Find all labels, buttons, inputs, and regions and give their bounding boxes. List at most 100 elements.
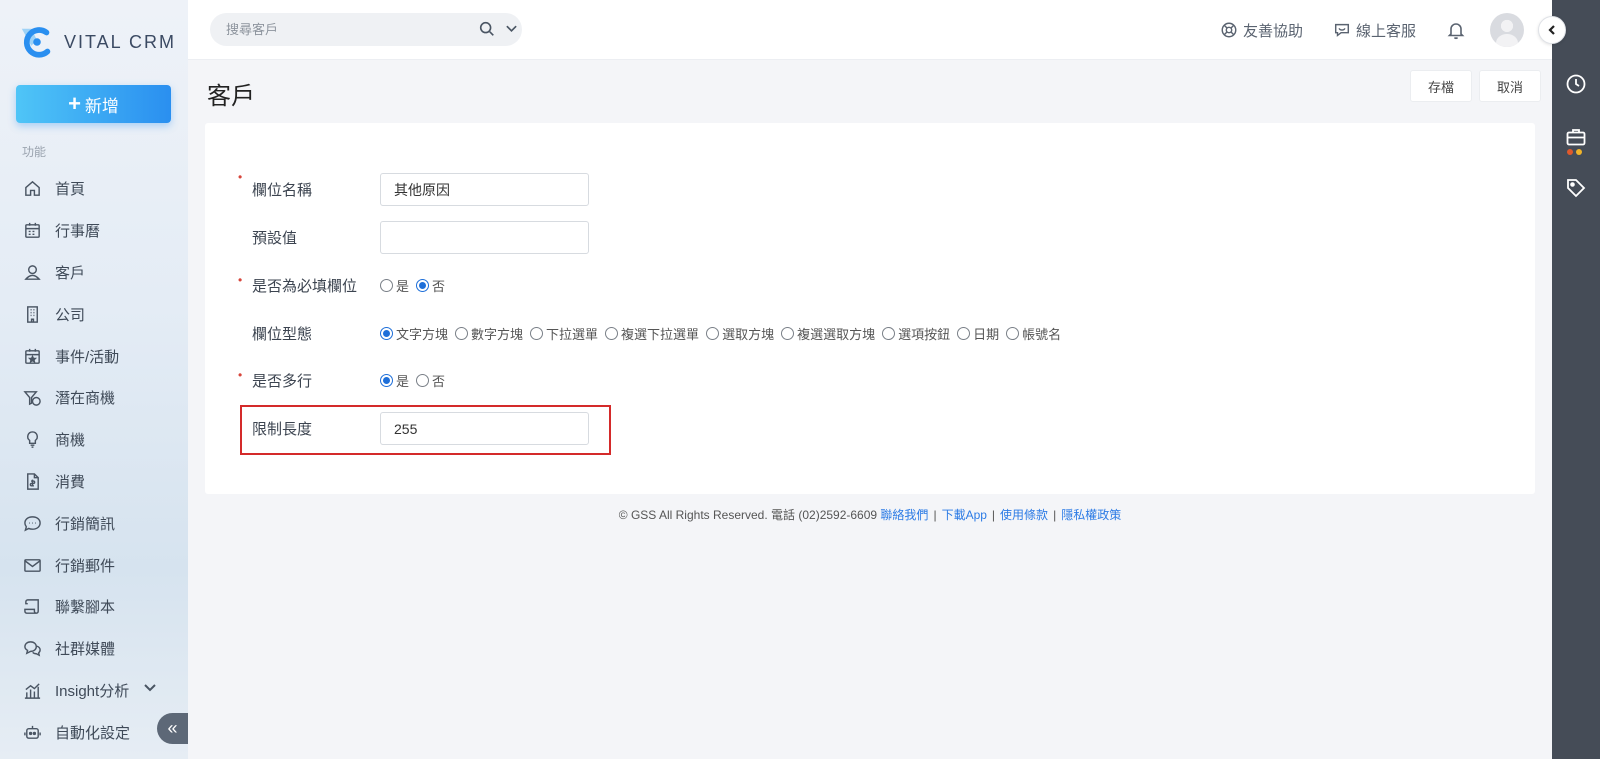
radio-button[interactable] <box>605 327 619 340</box>
sidebar-item-label: 行銷簡訊 <box>55 515 116 533</box>
sidebar-item-calendar[interactable]: 行事曆 <box>0 210 188 252</box>
sidebar-item-leads[interactable]: 潛在商機 <box>0 377 188 419</box>
field-type-option-date[interactable]: 日期 <box>957 324 999 343</box>
sidebar-menu: 首頁 行事曆 客戶 公司 事件/活動 潛在商機 商機 消費 行銷簡訊 行銷郵件 … <box>0 168 188 753</box>
save-button[interactable]: 存檔 <box>1410 70 1472 102</box>
copyright-text: © GSS All Rights Reserved. 電話 (02)2592-6… <box>618 508 878 522</box>
radio-button[interactable] <box>530 327 544 340</box>
mail-icon <box>22 555 42 575</box>
field-type-option-multi-checkbox[interactable]: 複選選取方塊 <box>781 324 875 343</box>
radio-button[interactable] <box>380 279 393 292</box>
required-option-no[interactable]: 否 <box>416 276 445 295</box>
multiline-radio-group: 是 否 <box>380 371 452 390</box>
radio-button[interactable] <box>380 327 393 340</box>
separator: | <box>991 508 996 522</box>
field-type-row: 欄位型態 文字方塊 數字方塊 下拉選單 複選下拉選單 選取方塊 複選選取方塊 選… <box>243 317 1068 350</box>
sidebar-item-label: 公司 <box>55 306 86 324</box>
field-name-input[interactable] <box>380 173 589 206</box>
page-title: 客戶 <box>207 83 255 110</box>
new-button[interactable]: + 新增 <box>16 85 171 123</box>
radio-button[interactable] <box>706 327 720 340</box>
search-box <box>210 13 522 46</box>
privacy-link[interactable]: 隱私權政策 <box>1061 508 1121 522</box>
collapse-sidebar-button[interactable]: « <box>157 713 188 744</box>
sidebar-item-purchases[interactable]: 消費 <box>0 461 188 503</box>
logo-text: VITAL CRM <box>64 31 177 52</box>
field-type-label: 欄位型態 <box>252 326 313 343</box>
sidebar-item-events[interactable]: 事件/活動 <box>0 335 188 377</box>
help-link[interactable]: 友善協助 <box>1220 20 1303 41</box>
radio-button[interactable] <box>380 374 393 387</box>
support-chat-icon <box>1334 23 1350 37</box>
radio-label: 選取方塊 <box>722 327 775 342</box>
sidebar-item-label: 事件/活動 <box>55 348 120 366</box>
radio-button[interactable] <box>781 327 795 340</box>
sidebar-item-label: 消費 <box>55 473 86 491</box>
tag-icon[interactable] <box>1565 177 1587 199</box>
sidebar-item-email[interactable]: 行銷郵件 <box>0 544 188 586</box>
topbar: 友善協助 線上客服 <box>188 0 1566 60</box>
sidebar-item-label: 行事曆 <box>55 223 101 241</box>
required-label: 是否為必填欄位 <box>252 278 358 295</box>
chevron-down-icon[interactable] <box>143 681 157 699</box>
radio-label: 帳號名 <box>1022 327 1062 342</box>
radio-button[interactable] <box>957 327 971 340</box>
chevron-down-icon[interactable] <box>505 22 518 35</box>
radio-button[interactable] <box>455 327 469 340</box>
bulb-icon <box>22 430 42 450</box>
contact-us-link[interactable]: 聯絡我們 <box>880 508 928 522</box>
right-rail <box>1552 0 1600 759</box>
sidebar-item-label: 商機 <box>55 432 86 450</box>
terms-link[interactable]: 使用條款 <box>1000 508 1048 522</box>
radio-button[interactable] <box>416 374 430 387</box>
logo[interactable]: VITAL CRM <box>18 22 176 62</box>
radio-button[interactable] <box>882 327 896 340</box>
sidebar: VITAL CRM + 新增 功能 首頁 行事曆 客戶 公司 事件/活動 潛在商… <box>0 0 188 759</box>
sidebar-item-home[interactable]: 首頁 <box>0 168 188 210</box>
radio-label: 下拉選單 <box>546 327 599 342</box>
sidebar-item-label: Insight分析 <box>55 682 130 700</box>
download-app-link[interactable]: 下載App <box>942 508 987 522</box>
field-type-option-text[interactable]: 文字方塊 <box>380 324 448 343</box>
radio-button[interactable] <box>1006 327 1020 340</box>
bell-icon[interactable] <box>1446 20 1466 40</box>
avatar[interactable] <box>1490 13 1524 47</box>
sidebar-item-opportunities[interactable]: 商機 <box>0 419 188 461</box>
cancel-button[interactable]: 取消 <box>1479 70 1541 102</box>
sidebar-item-company[interactable]: 公司 <box>0 293 188 335</box>
field-type-option-checkbox[interactable]: 選取方塊 <box>706 324 774 343</box>
radio-label: 數字方塊 <box>471 327 524 342</box>
sidebar-item-scripts[interactable]: 聯繫腳本 <box>0 586 188 628</box>
receipt-icon <box>22 471 42 491</box>
field-type-option-multi-dropdown[interactable]: 複選下拉選單 <box>605 324 699 343</box>
required-option-yes[interactable]: 是 <box>380 276 409 295</box>
search-input[interactable] <box>226 22 456 37</box>
field-name-label: 欄位名稱 <box>252 182 313 199</box>
multiline-option-yes[interactable]: 是 <box>380 371 409 390</box>
field-type-option-number[interactable]: 數字方塊 <box>455 324 523 343</box>
briefcase-icon[interactable] <box>1565 126 1587 148</box>
footer: © GSS All Rights Reserved. 電話 (02)2592-6… <box>188 506 1552 523</box>
topbar-actions: 友善協助 線上客服 <box>1220 0 1566 60</box>
sidebar-item-sms[interactable]: 行銷簡訊 <box>0 502 188 544</box>
sidebar-item-label: 社群媒體 <box>55 641 116 659</box>
multiline-option-no[interactable]: 否 <box>416 371 445 390</box>
sidebar-item-insight[interactable]: Insight分析 <box>0 670 188 712</box>
support-link[interactable]: 線上客服 <box>1333 20 1416 41</box>
sidebar-item-label: 客戶 <box>55 264 86 282</box>
field-type-option-account[interactable]: 帳號名 <box>1006 324 1061 343</box>
toggle-right-panel-button[interactable] <box>1538 16 1566 44</box>
default-value-input[interactable] <box>380 221 589 254</box>
radio-button[interactable] <box>416 279 430 292</box>
sidebar-item-contacts[interactable]: 客戶 <box>0 252 188 294</box>
field-type-option-dropdown[interactable]: 下拉選單 <box>530 324 598 343</box>
clock-icon[interactable] <box>1565 73 1587 95</box>
calendar-icon <box>22 221 42 241</box>
field-type-option-radio[interactable]: 選項按鈕 <box>882 324 950 343</box>
support-label: 線上客服 <box>1355 22 1416 40</box>
search-icon[interactable] <box>478 20 496 38</box>
field-name-row: • 欄位名稱 <box>238 170 589 206</box>
sidebar-item-social[interactable]: 社群媒體 <box>0 628 188 670</box>
script-icon <box>22 597 42 617</box>
sidebar-item-label: 潛在商機 <box>55 390 116 408</box>
